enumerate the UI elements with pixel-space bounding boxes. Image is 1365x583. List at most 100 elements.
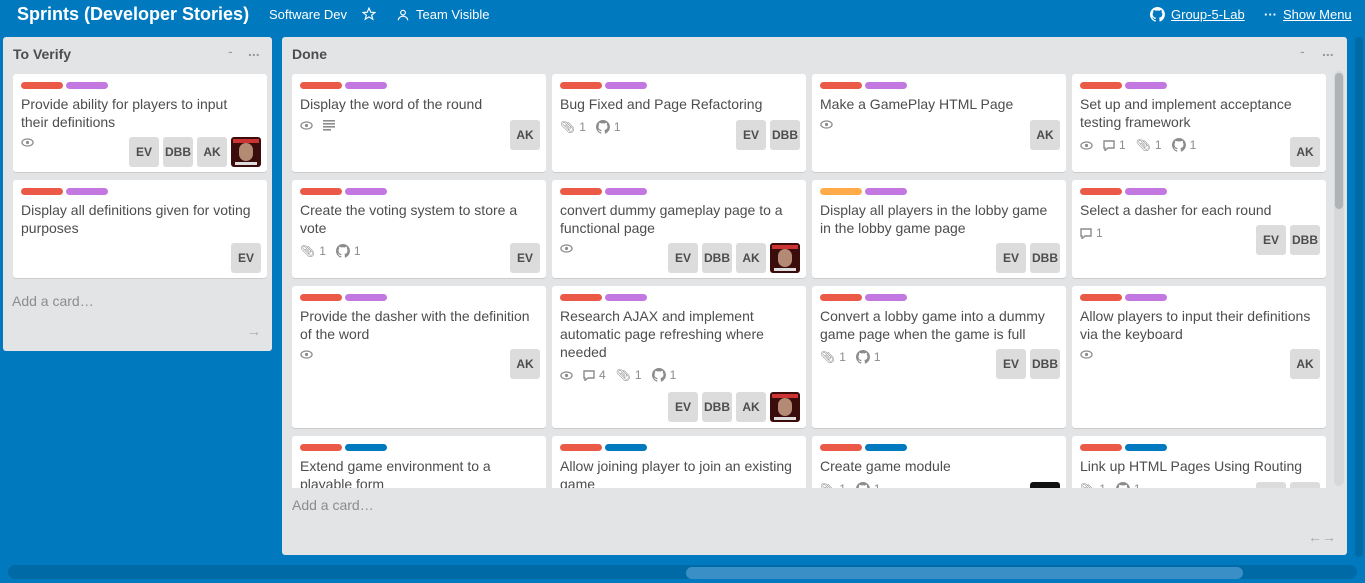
card[interactable]: Set up and implement acceptance testing … bbox=[1072, 74, 1326, 172]
label-red bbox=[1080, 294, 1122, 301]
card[interactable]: Provide the dasher with the definition o… bbox=[292, 286, 546, 428]
member-avatar-dbb[interactable]: DBB bbox=[1030, 243, 1060, 273]
github-badge: 1 bbox=[651, 368, 676, 382]
star-icon bbox=[362, 7, 376, 21]
card-labels bbox=[1080, 444, 1167, 451]
member-avatar-dbb[interactable]: DBB bbox=[770, 120, 800, 150]
card[interactable]: Bug Fixed and Page Refactoring 📎︎ 1 1 EV D… bbox=[552, 74, 806, 172]
card[interactable]: Make a GamePlay HTML Page AK bbox=[812, 74, 1066, 172]
card-title: Create the voting system to store a vote bbox=[300, 202, 518, 236]
add-card-link[interactable]: Add a card… bbox=[292, 497, 374, 513]
visibility-button[interactable]: Team Visible bbox=[396, 7, 489, 22]
team-button[interactable]: Software Dev bbox=[269, 7, 347, 22]
card-title: Create game module bbox=[820, 458, 951, 474]
member-avatar-dbb[interactable]: DBB bbox=[702, 243, 732, 273]
card[interactable]: Select a dasher for each round 1 EV DBB bbox=[1072, 180, 1326, 278]
card[interactable]: Allow players to input their definitions… bbox=[1072, 286, 1326, 428]
card[interactable]: Research AJAX and implement automatic pa… bbox=[552, 286, 806, 428]
card-badges: 📎︎ 1 1 bbox=[1080, 482, 1141, 488]
attachment-count: 1 bbox=[579, 120, 586, 134]
org-link[interactable]: Group-5-Lab bbox=[1150, 7, 1245, 22]
list-title[interactable]: To Verify bbox=[13, 46, 71, 62]
attachment-count: 1 bbox=[839, 350, 846, 364]
star-button[interactable] bbox=[362, 7, 376, 21]
member-avatar-dbb[interactable]: DBB bbox=[702, 392, 732, 422]
attachment-badge: 📎︎1 bbox=[616, 368, 642, 382]
member-avatar-dbb[interactable]: DBB bbox=[1030, 349, 1060, 379]
card-labels bbox=[820, 188, 907, 195]
card[interactable]: Display all players in the lobby game in… bbox=[812, 180, 1066, 278]
collapse-icon[interactable]: - bbox=[228, 43, 233, 59]
card[interactable]: Extend game environment to a playable fo… bbox=[292, 436, 546, 488]
list-vertical-scroll-thumb[interactable] bbox=[1335, 73, 1343, 209]
list-menu-icon[interactable]: ... bbox=[248, 43, 260, 59]
card[interactable]: Provide ability for players to input the… bbox=[13, 74, 267, 172]
label-red bbox=[560, 188, 602, 195]
card-title: Extend game environment to a playable fo… bbox=[300, 458, 491, 488]
member-avatar-ev[interactable]: EV bbox=[129, 137, 159, 167]
card-title: Allow joining player to join an existing… bbox=[560, 458, 792, 488]
member-avatar-ev[interactable]: EV bbox=[231, 243, 261, 273]
eye-icon bbox=[1080, 140, 1093, 150]
member-avatar-ak[interactable]: AK bbox=[510, 120, 540, 150]
eye-icon bbox=[1080, 350, 1093, 359]
member-avatar-dbb[interactable]: DBB bbox=[1290, 225, 1320, 255]
github-icon bbox=[856, 482, 870, 488]
member-avatar-ev[interactable]: EV bbox=[736, 120, 766, 150]
add-card-link[interactable]: Add a card… bbox=[12, 293, 94, 309]
member-avatar-placeholder[interactable] bbox=[1290, 482, 1320, 488]
label-purple bbox=[345, 188, 387, 195]
card[interactable]: Convert a lobby game into a dummy game p… bbox=[812, 286, 1066, 428]
list-menu-icon[interactable]: ... bbox=[1322, 43, 1334, 59]
card-members: EV DBB bbox=[736, 120, 800, 150]
member-avatar-ev[interactable]: EV bbox=[996, 243, 1026, 273]
member-avatar-ev[interactable]: EV bbox=[1256, 225, 1286, 255]
card-members: AK bbox=[1290, 137, 1320, 167]
card[interactable]: Create the voting system to store a vote… bbox=[292, 180, 546, 278]
card-members: EV DBB bbox=[996, 243, 1060, 273]
card[interactable]: convert dummy gameplay page to a functio… bbox=[552, 180, 806, 278]
member-avatar-photo[interactable] bbox=[1030, 482, 1060, 488]
card-labels bbox=[1080, 188, 1167, 195]
member-avatar-ak[interactable]: AK bbox=[197, 137, 227, 167]
board-edge-scrollbar[interactable] bbox=[1355, 37, 1363, 557]
member-avatar-ak[interactable]: AK bbox=[1030, 120, 1060, 150]
github-count: 1 bbox=[613, 120, 621, 134]
member-avatar-dbb[interactable]: DBB bbox=[163, 137, 193, 167]
card-labels bbox=[300, 444, 387, 451]
card-badges: 1 📎︎ 1 1 bbox=[1080, 138, 1196, 152]
board-horizontal-scroll-thumb[interactable] bbox=[686, 567, 1243, 579]
member-avatar-placeholder[interactable] bbox=[1256, 482, 1286, 488]
label-red bbox=[21, 82, 63, 89]
member-avatar-ak[interactable]: AK bbox=[736, 243, 766, 273]
card[interactable]: Create game module 📎︎ 1 1 bbox=[812, 436, 1066, 488]
card[interactable]: Allow joining player to join an existing… bbox=[552, 436, 806, 488]
label-red bbox=[1080, 444, 1122, 451]
member-avatar-photo[interactable] bbox=[770, 243, 800, 273]
card[interactable]: Link up HTML Pages Using Routing 📎︎ 1 1 bbox=[1072, 436, 1326, 488]
member-avatar-ev[interactable]: EV bbox=[996, 349, 1026, 379]
card-members: EV DBB AK bbox=[668, 392, 800, 422]
member-avatar-ak[interactable]: AK bbox=[736, 392, 766, 422]
member-avatar-ev[interactable]: EV bbox=[668, 392, 698, 422]
label-purple bbox=[605, 294, 647, 301]
show-menu-button[interactable]: ··· Show Menu bbox=[1264, 7, 1352, 22]
paperclip-icon: 📎︎ bbox=[820, 482, 835, 488]
card[interactable]: Display the word of the round AK bbox=[292, 74, 546, 172]
ellipsis-icon: ··· bbox=[1264, 7, 1277, 22]
list-title[interactable]: Done bbox=[292, 46, 327, 62]
paperclip-icon: 📎︎ bbox=[1080, 482, 1095, 488]
attachment-count: 1 bbox=[634, 368, 642, 382]
card-labels bbox=[300, 294, 387, 301]
member-avatar-ak[interactable]: AK bbox=[510, 349, 540, 379]
member-avatar-ev[interactable]: EV bbox=[668, 243, 698, 273]
board-title[interactable]: Sprints (Developer Stories) bbox=[17, 4, 249, 25]
card[interactable]: Display all definitions given for voting… bbox=[13, 180, 267, 278]
collapse-icon[interactable]: - bbox=[1300, 43, 1305, 59]
member-avatar-photo[interactable] bbox=[231, 137, 261, 167]
member-avatar-photo[interactable] bbox=[770, 392, 800, 422]
member-avatar-ak[interactable]: AK bbox=[1290, 137, 1320, 167]
attachment-count: 1 bbox=[1099, 482, 1106, 488]
member-avatar-ev[interactable]: EV bbox=[510, 243, 540, 273]
member-avatar-ak[interactable]: AK bbox=[1290, 349, 1320, 379]
